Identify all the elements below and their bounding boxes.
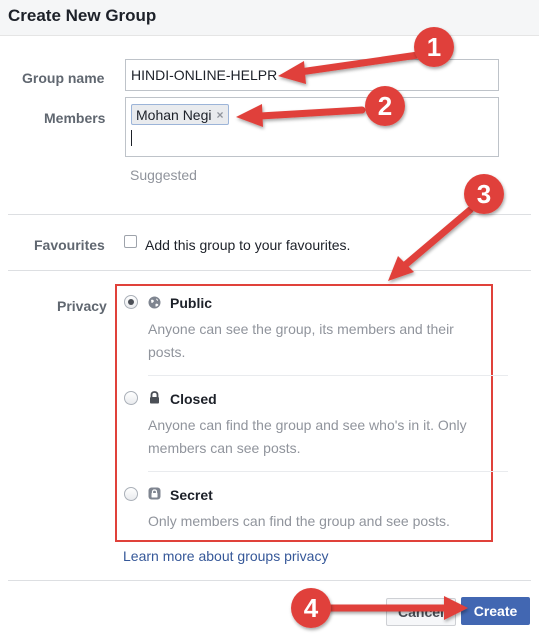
remove-member-icon[interactable]: × [217, 108, 224, 122]
option-separator [148, 375, 508, 376]
privacy-desc-line: Anyone can see the group, its members an… [148, 321, 454, 337]
privacy-option-desc-secret: Only members can find the group and see … [148, 510, 488, 533]
favourites-label: Favourites [34, 237, 105, 253]
privacy-option-desc-closed: Anyone can find the group and see who's … [148, 414, 488, 460]
favourites-text[interactable]: Add this group to your favourites. [145, 237, 350, 253]
privacy-desc-line: posts. [148, 344, 186, 360]
member-token-label: Mohan Negi [136, 107, 212, 123]
favourites-checkbox[interactable] [124, 235, 137, 248]
annotation-badge-4: 4 [291, 588, 331, 628]
option-separator [148, 471, 508, 472]
privacy-option-title-public[interactable]: Public [170, 295, 212, 311]
divider [8, 270, 531, 271]
badge-number: 4 [304, 593, 319, 623]
create-button[interactable]: Create [461, 597, 530, 625]
privacy-option-title-closed[interactable]: Closed [170, 391, 217, 407]
privacy-desc-line: Only members can find the group and see … [148, 513, 450, 529]
privacy-desc-line: members can see posts. [148, 440, 301, 456]
suggested-label: Suggested [130, 167, 197, 183]
divider [8, 214, 531, 215]
secret-lock-icon [148, 487, 161, 500]
footer-divider [8, 580, 531, 581]
annotation-badge-3: 3 [464, 174, 504, 214]
group-name-label: Group name [22, 70, 105, 86]
privacy-desc-line: Anyone can find the group and see who's … [148, 417, 467, 433]
privacy-option-title-secret[interactable]: Secret [170, 487, 213, 503]
members-input[interactable]: Mohan Negi × [125, 97, 499, 157]
group-name-input[interactable]: HINDI-ONLINE-HELPR [125, 59, 499, 91]
member-token: Mohan Negi × [131, 104, 229, 125]
privacy-radio-public[interactable] [124, 295, 138, 309]
globe-icon [148, 296, 161, 309]
dialog-header: Create New Group [0, 0, 539, 36]
privacy-radio-secret[interactable] [124, 487, 138, 501]
text-caret [131, 130, 132, 146]
privacy-option-desc-public: Anyone can see the group, its members an… [148, 318, 488, 364]
members-label: Members [44, 110, 106, 126]
dialog-title: Create New Group [8, 6, 157, 25]
group-name-value: HINDI-ONLINE-HELPR [131, 67, 278, 83]
badge-number: 3 [477, 179, 491, 209]
privacy-label: Privacy [57, 298, 107, 314]
badge-number: 1 [427, 32, 441, 62]
cancel-button[interactable]: Cancel [386, 598, 456, 626]
lock-icon [150, 391, 159, 404]
privacy-radio-closed[interactable] [124, 391, 138, 405]
learn-more-link[interactable]: Learn more about groups privacy [123, 548, 328, 564]
